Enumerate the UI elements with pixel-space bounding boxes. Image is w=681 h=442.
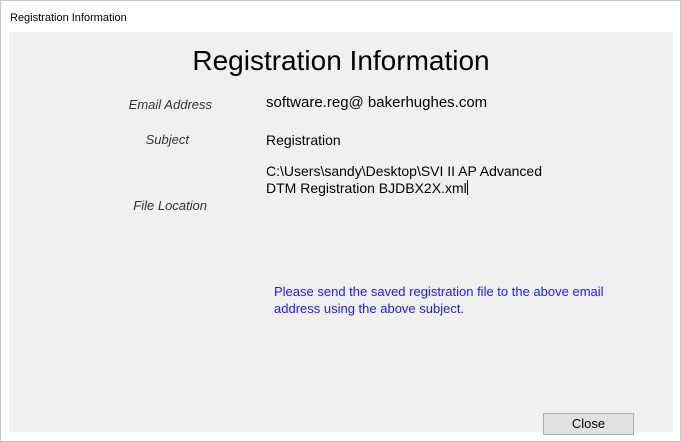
registration-dialog: Registration Information Registration In… <box>0 0 681 442</box>
file-location-value[interactable]: C:\Users\sandy\Desktop\SVI II AP Advance… <box>266 163 656 197</box>
file-location-line-1: C:\Users\sandy\Desktop\SVI II AP Advance… <box>266 163 542 179</box>
text-caret <box>466 180 468 195</box>
title-bar[interactable]: Registration Information <box>1 1 680 31</box>
file-location-label: File Location <box>133 198 207 213</box>
subject-label: Subject <box>145 132 189 147</box>
instruction-note: Please send the saved registration file … <box>274 284 604 316</box>
file-location-line-2-text: DTM Registration BJDBX2X.xml <box>266 180 467 196</box>
subject-value[interactable]: Registration <box>266 132 341 148</box>
window-title: Registration Information <box>10 12 127 24</box>
email-address-value[interactable]: software.reg@ bakerhughes.com <box>266 94 487 111</box>
file-location-line-2: DTM Registration BJDBX2X.xml <box>266 180 656 197</box>
page-title: Registration Information <box>192 45 490 76</box>
dialog-body: Registration Information Email Address s… <box>9 32 673 435</box>
close-button[interactable]: Close <box>543 413 634 435</box>
email-address-label: Email Address <box>128 97 212 112</box>
